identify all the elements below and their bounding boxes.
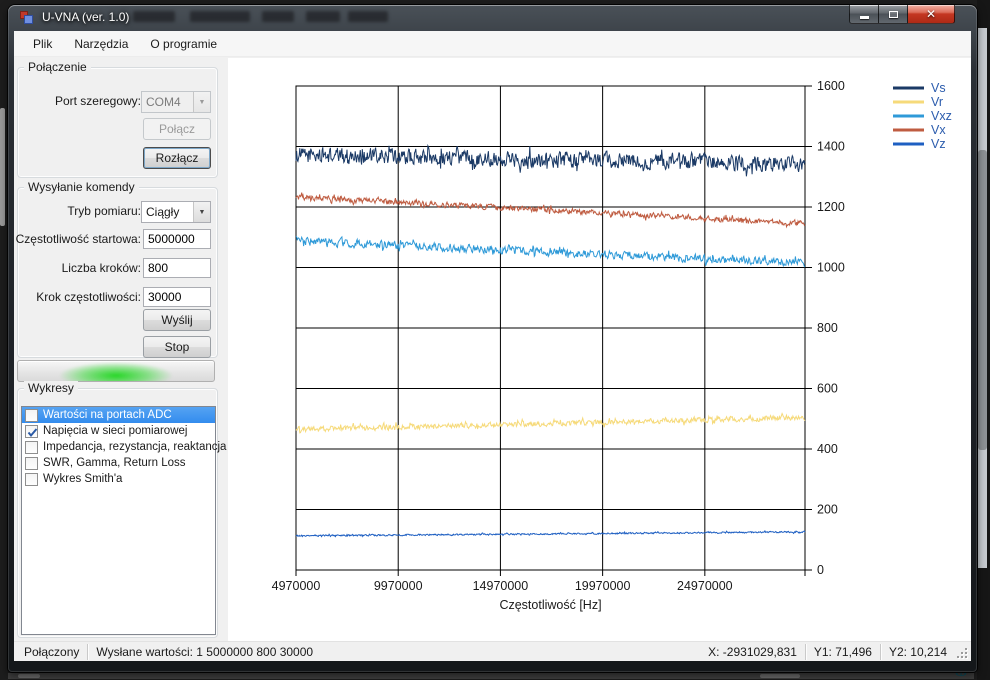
list-item-swr[interactable]: SWR, Gamma, Return Loss [22, 455, 215, 471]
charts-group-label: Wykresy [24, 381, 78, 395]
legend-label: Vs [931, 81, 946, 95]
status-bar: Połączony Wysłane wartości: 1 5000000 80… [14, 641, 971, 661]
window-title: U-VNA (ver. 1.0) [42, 10, 129, 24]
sent-values-status: Wysłane wartości: 1 5000000 800 30000 [96, 645, 313, 659]
legend-label: Vz [931, 137, 946, 151]
background-mark [760, 674, 800, 678]
background-window-ghost-text [262, 11, 294, 22]
measure-mode-select[interactable]: Ciągły ▼ [141, 201, 211, 223]
command-group-label: Wysyłanie komendy [24, 180, 139, 194]
background-scrollbar-left [0, 108, 5, 226]
chart-svg: 4970000 9970000 14970000 19970000 24970000 0 2… [228, 58, 971, 641]
measure-mode-value: Ciągły [142, 205, 193, 219]
svg-text:1200: 1200 [817, 200, 845, 214]
app-icon [20, 10, 36, 26]
stop-button[interactable]: Stop [143, 336, 211, 358]
svg-text:19970000: 19970000 [575, 579, 631, 593]
serial-port-value: COM4 [142, 95, 193, 109]
svg-text:9970000: 9970000 [374, 579, 423, 593]
app-window: U-VNA (ver. 1.0) ✕ Plik Narzędzia O prog… [8, 5, 977, 672]
checkbox-icon[interactable] [25, 441, 38, 454]
chart-plot-area[interactable]: 4970000 9970000 14970000 19970000 24970000 0 2… [228, 58, 971, 641]
list-item-label: Napięcia w sieci pomiarowej [43, 425, 187, 437]
maximize-icon [889, 11, 898, 18]
minimize-icon [860, 16, 869, 19]
background-window-ghost-text [190, 11, 250, 22]
menu-bar: Plik Narzędzia O programie [14, 31, 971, 57]
maximize-button[interactable] [879, 5, 908, 24]
background-scrollbar-bottom [8, 673, 974, 679]
serial-port-select[interactable]: COM4 ▼ [141, 91, 211, 113]
svg-text:0: 0 [817, 563, 824, 577]
legend-label: Vx [931, 123, 946, 137]
cursor-y1-value: Y1: 71,496 [814, 645, 872, 659]
frequency-step-input[interactable] [143, 287, 211, 307]
checkbox-icon[interactable] [25, 473, 38, 486]
legend-label: Vr [931, 95, 943, 109]
close-button[interactable]: ✕ [908, 5, 955, 24]
background-window-ghost-text [306, 11, 340, 22]
svg-text:1000: 1000 [817, 261, 845, 275]
svg-text:1600: 1600 [817, 79, 845, 93]
list-item-label: Impedancja, rezystancja, reaktancja [43, 441, 226, 453]
list-item-impedance[interactable]: Impedancja, rezystancja, reaktancja [22, 439, 215, 455]
step-count-label: Liczba kroków: [14, 261, 141, 275]
statusbar-separator [880, 644, 881, 660]
send-button[interactable]: Wyślij [143, 309, 211, 331]
svg-text:800: 800 [817, 321, 838, 335]
list-item-label: Wartości na portach ADC [43, 409, 172, 421]
background-window-ghost-text [348, 11, 388, 22]
progress-marquee [47, 360, 184, 382]
legend-label: Vxz [931, 109, 952, 123]
svg-text:14970000: 14970000 [473, 579, 529, 593]
statusbar-separator [805, 644, 806, 660]
chevron-down-icon: ▼ [193, 202, 210, 222]
cursor-y2-value: Y2: 10,214 [889, 645, 947, 659]
cursor-x-value: X: -2931029,831 [708, 645, 797, 659]
svg-text:Częstotliwość [Hz]: Częstotliwość [Hz] [499, 598, 601, 612]
resize-grip[interactable] [955, 646, 967, 658]
menu-plik[interactable]: Plik [22, 33, 63, 55]
measure-mode-label: Tryb pomiaru: [14, 204, 141, 218]
charts-listbox: Wartości na portach ADC Napięcia w sieci… [21, 406, 216, 635]
disconnect-button[interactable]: Rozłącz [143, 147, 211, 169]
connection-status: Połączony [24, 645, 79, 659]
checkbox-icon[interactable] [25, 409, 38, 422]
background-mark [18, 674, 40, 678]
serial-port-label: Port szeregowy: [14, 94, 141, 108]
svg-text:600: 600 [817, 382, 838, 396]
svg-text:200: 200 [817, 503, 838, 517]
frequency-step-label: Krok częstotliwości: [14, 290, 141, 304]
client-area: Plik Narzędzia O programie Połączenie Po… [14, 31, 971, 661]
menu-narzedzia[interactable]: Narzędzia [63, 33, 139, 55]
chevron-down-icon: ▼ [193, 92, 210, 112]
start-frequency-label: Częstotliwość startowa: [14, 232, 141, 246]
svg-text:400: 400 [817, 442, 838, 456]
background-window-ghost-text [133, 11, 175, 22]
connection-group: Połączenie Port szeregowy: COM4 ▼ Połącz… [17, 67, 218, 178]
list-item-label: SWR, Gamma, Return Loss [43, 457, 186, 469]
charts-group: Wykresy Wartości na portach ADC Napięcia… [17, 388, 218, 638]
list-item-label: Wykres Smith'a [43, 473, 122, 485]
list-item-smith-chart[interactable]: Wykres Smith'a [22, 471, 215, 487]
list-item-adc-values[interactable]: Wartości na portach ADC [22, 407, 215, 423]
checkbox-checked-icon[interactable] [25, 425, 38, 438]
statusbar-separator [87, 644, 88, 660]
close-icon: ✕ [926, 8, 936, 20]
minimize-button[interactable] [849, 5, 879, 24]
connection-group-label: Połączenie [24, 60, 91, 74]
checkbox-icon[interactable] [25, 457, 38, 470]
list-item-network-voltages[interactable]: Napięcia w sieci pomiarowej [22, 423, 215, 439]
connect-button[interactable]: Połącz [143, 118, 211, 140]
background-scrollbar-thumb [978, 150, 987, 450]
svg-text:1400: 1400 [817, 140, 845, 154]
svg-text:24970000: 24970000 [677, 579, 733, 593]
step-count-input[interactable] [143, 258, 211, 278]
title-bar[interactable]: U-VNA (ver. 1.0) ✕ [8, 5, 977, 31]
command-group: Wysyłanie komendy Tryb pomiaru: Ciągły ▼… [17, 187, 218, 358]
progress-bar [17, 360, 215, 382]
start-frequency-input[interactable] [143, 229, 211, 249]
menu-o-programie[interactable]: O programie [139, 33, 228, 55]
svg-text:4970000: 4970000 [272, 579, 321, 593]
